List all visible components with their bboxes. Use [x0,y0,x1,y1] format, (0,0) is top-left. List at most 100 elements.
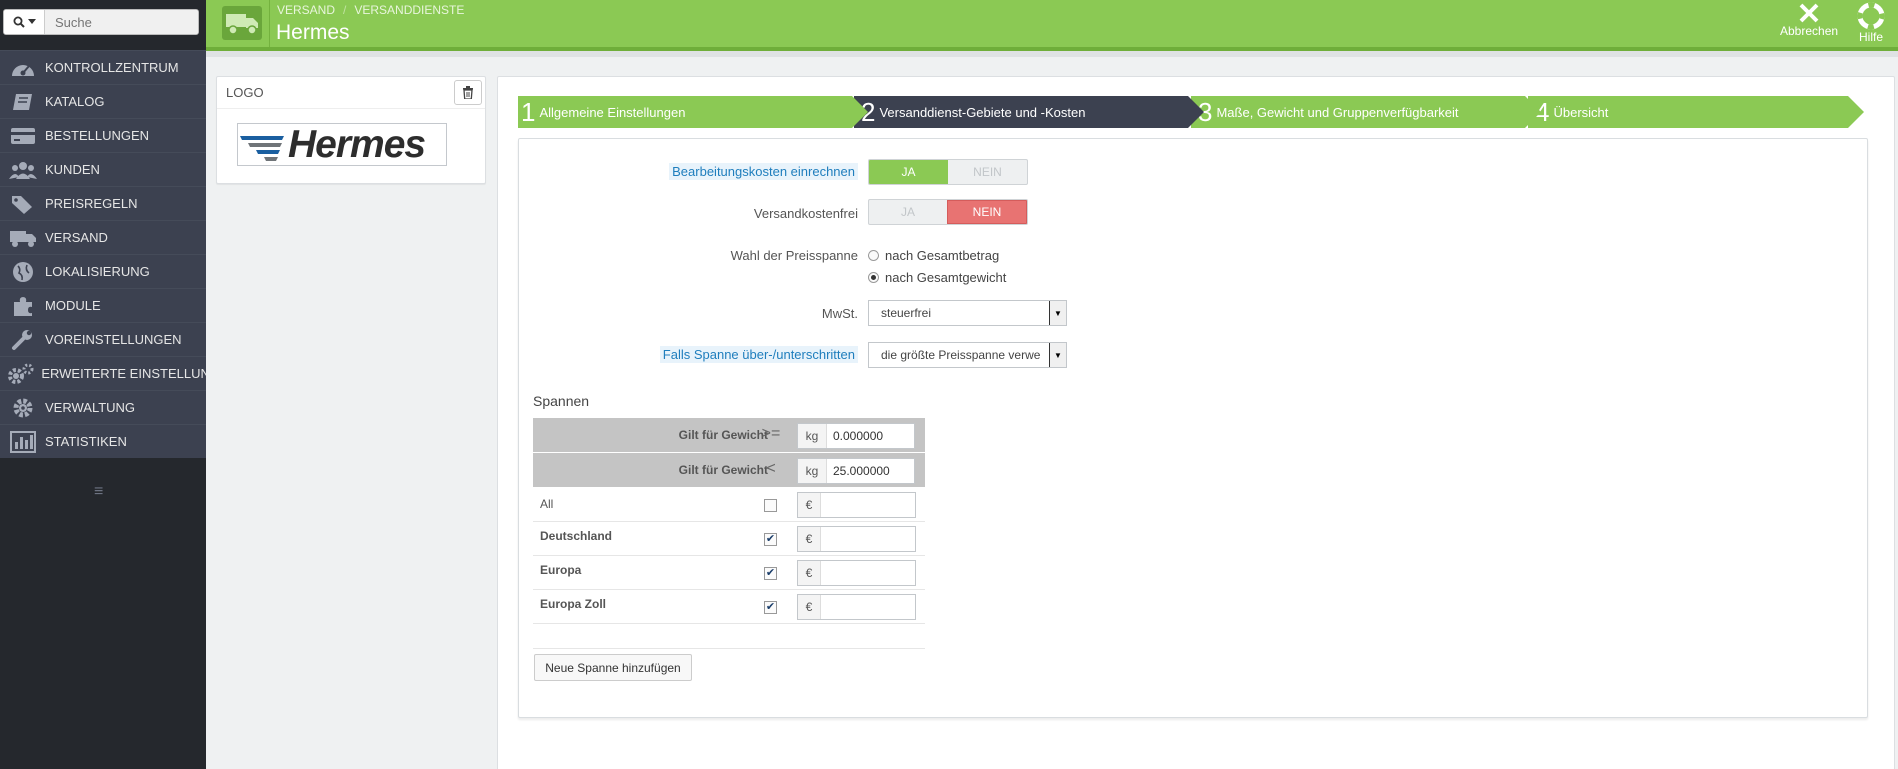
lifebuoy-icon [1857,2,1885,30]
sidebar-item-erweiterte-einstellungen[interactable]: ERWEITERTE EINSTELLUN... [0,356,206,390]
zone-price-input[interactable] [821,561,915,585]
chevron-down-icon [27,19,36,24]
free-shipping-yes-option[interactable]: JA [869,200,947,224]
sidebar-item-lokalisierung[interactable]: LOKALISIERUNG [0,254,206,288]
sidebar-item-bestellungen[interactable]: BESTELLUNGEN [0,118,206,152]
free-shipping-label: Versandkostenfrei [753,206,858,221]
delete-logo-button[interactable] [454,80,482,105]
sidebar-item-label: ERWEITERTE EINSTELLUN... [41,366,206,381]
out-of-range-label[interactable]: Falls Spanne über-/unterschritten [659,346,858,363]
breadcrumb-item[interactable]: VERSAND [277,3,335,17]
page-header: VERSAND / VERSANDDIENSTE Hermes Abbreche… [206,0,1898,47]
users-icon [0,160,45,180]
sidebar-item-label: LOKALISIERUNG [45,264,150,279]
sidebar-item-label: PREISREGELN [45,196,138,211]
sidebar-item-katalog[interactable]: KATALOG [0,84,206,118]
cogs-icon [0,363,41,385]
globe-icon [0,261,45,283]
unit-addon: kg [798,459,827,483]
hermes-logo-mark [240,135,284,161]
free-shipping-no-option[interactable]: NEIN [947,200,1027,224]
main-menu: KONTROLLZENTRUM KATALOG BESTELLUNGEN KUN… [0,50,206,458]
help-label: Hilfe [1858,30,1883,44]
ranges-divider [533,648,925,649]
handling-yes-option[interactable]: JA [869,160,948,184]
out-of-range-row: Falls Spanne über-/unterschritten [520,346,858,366]
truck-icon [0,228,45,248]
tax-row: MwSt. [520,304,858,324]
free-shipping-row: Versandkostenfrei [520,204,858,224]
dashboard-icon [0,58,45,78]
handling-no-option[interactable]: NEIN [948,160,1027,184]
sidebar-item-versand[interactable]: VERSAND [0,220,206,254]
zone-label: Europa Zoll [540,597,606,611]
tax-select-value: steuerfrei [881,306,932,320]
zone-checkbox-checked[interactable]: ✔ [764,567,777,580]
zone-price-input-group: € [797,560,916,586]
wizard-step-3[interactable]: 3 Maße, Gewicht und Gruppenverfügbarkeit [1191,96,1541,128]
cancel-button[interactable]: Abbrechen [1780,2,1838,38]
puzzle-icon [0,295,45,317]
radio-button[interactable] [868,250,879,261]
out-of-range-select[interactable]: die größte Preisspanne verwe ▼ [868,342,1067,368]
sidebar-item-module[interactable]: MODULE [0,288,206,322]
sidebar-item-preisregeln[interactable]: PREISREGELN [0,186,206,220]
help-button[interactable]: Hilfe [1857,2,1885,44]
step-arrow [1188,96,1204,128]
range-option-weight[interactable]: nach Gesamtgewicht [868,270,1006,285]
search-scope-button[interactable] [4,10,45,34]
range-header-row: Gilt für Gewicht >= kg 0.000000 [533,418,925,453]
sidebar-item-label: KONTROLLZENTRUM [45,60,179,75]
sidebar-item-kontrollzentrum[interactable]: KONTROLLZENTRUM [0,50,206,84]
wizard-step-1[interactable]: 1 Allgemeine Einstellungen [518,96,868,128]
zone-label: Europa [540,563,582,577]
sidebar-item-kunden[interactable]: KUNDEN [0,152,206,186]
collapse-menu-icon[interactable]: ≡ [94,483,103,501]
carrier-logo: Hermes [237,123,447,166]
add-range-button[interactable]: Neue Spanne hinzufügen [534,654,692,681]
range-header-row: Gilt für Gewicht < kg 25.000000 [533,453,925,488]
range-to-input-group: kg 25.000000 [797,458,915,484]
wizard-step-2[interactable]: 2 Versanddienst-Gebiete und -Kosten [854,96,1204,128]
cog-icon [0,397,45,419]
wrench-icon [0,329,45,351]
handling-label[interactable]: Bearbeitungskosten einrechnen [669,163,858,180]
step-label: Versanddienst-Gebiete und -Kosten [879,104,1086,120]
zone-price-input[interactable] [821,527,915,551]
breadcrumb-item[interactable]: VERSANDDIENSTE [354,3,464,17]
handling-toggle[interactable]: JA NEIN [868,159,1028,185]
wizard-steps: 1 Allgemeine Einstellungen 2 Versanddien… [518,96,1864,128]
breadcrumb: VERSAND / VERSANDDIENSTE [277,3,464,17]
book-icon [0,92,45,112]
zone-price-input[interactable] [821,493,915,517]
step-arrow [1525,96,1541,128]
zone-checkbox[interactable] [764,499,777,512]
select-caret-icon: ▼ [1049,301,1066,325]
trash-icon [463,86,473,99]
sidebar-item-label: VOREINSTELLUNGEN [45,332,182,347]
tags-icon [0,194,45,214]
sidebar-item-label: KATALOG [45,94,105,109]
zone-price-input[interactable] [821,595,915,619]
range-to-input[interactable]: 25.000000 [827,459,914,483]
close-icon [1799,3,1819,23]
sidebar-item-statistiken[interactable]: STATISTIKEN [0,424,206,458]
search-input[interactable] [45,10,198,34]
step-arrow [1848,96,1864,128]
wizard-step-4[interactable]: 4 Übersicht [1528,96,1864,128]
table-row: Europa ✔ € [533,556,925,590]
handling-row: Bearbeitungskosten einrechnen [520,163,858,183]
carrier-logo-text: Hermes [288,122,426,166]
zone-checkbox-checked[interactable]: ✔ [764,533,777,546]
ranges-section-title: Spannen [533,393,590,409]
range-label: Wahl der Preisspanne [730,248,858,263]
free-shipping-toggle[interactable]: JA NEIN [868,199,1028,225]
tax-select[interactable]: steuerfrei ▼ [868,300,1067,326]
radio-label: nach Gesamtgewicht [885,270,1007,285]
radio-button-selected[interactable] [868,272,879,283]
sidebar-item-voreinstellungen[interactable]: VOREINSTELLUNGEN [0,322,206,356]
zone-checkbox-checked[interactable]: ✔ [764,601,777,614]
range-option-price[interactable]: nach Gesamtbetrag [868,248,999,263]
sidebar-item-verwaltung[interactable]: VERWALTUNG [0,390,206,424]
range-from-input[interactable]: 0.000000 [827,424,914,448]
